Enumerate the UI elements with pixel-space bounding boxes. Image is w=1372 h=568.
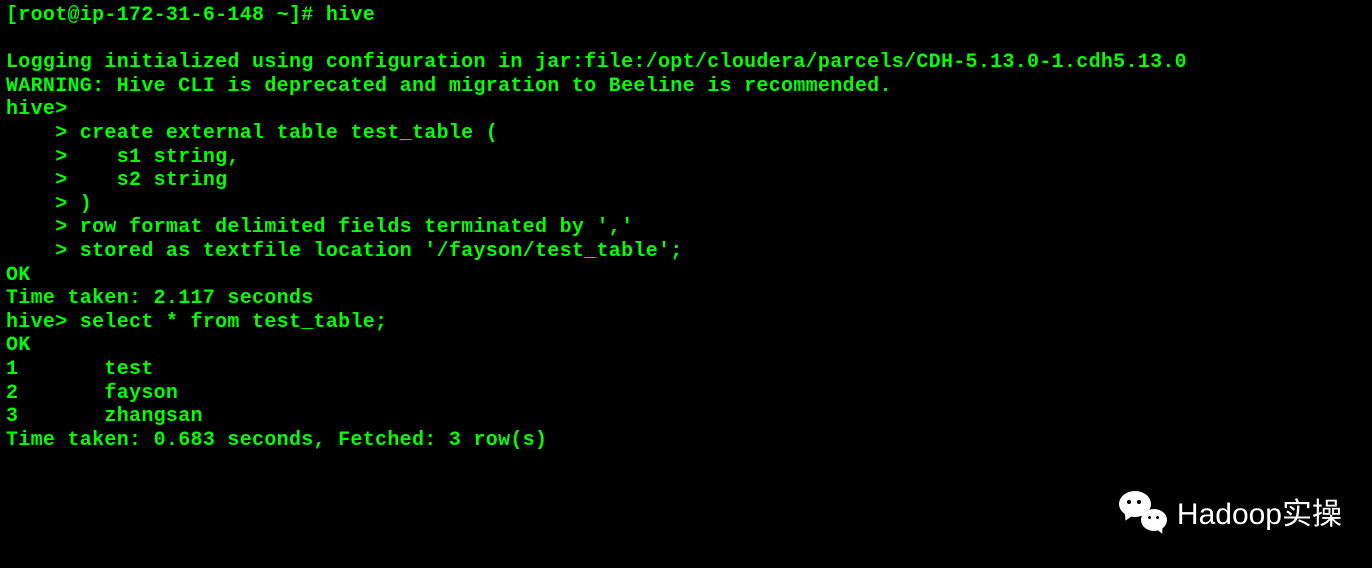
terminal-output[interactable]: [root@ip-172-31-6-148 ~]# hive Logging i…	[0, 0, 1372, 456]
terminal-line: > )	[6, 193, 1366, 217]
wechat-icon	[1119, 491, 1167, 531]
terminal-line: > s2 string	[6, 169, 1366, 193]
terminal-line: Logging initialized using configuration …	[6, 51, 1366, 75]
terminal-line: Time taken: 0.683 seconds, Fetched: 3 ro…	[6, 429, 1366, 453]
terminal-line: > row format delimited fields terminated…	[6, 216, 1366, 240]
terminal-line: OK	[6, 264, 1366, 288]
terminal-line: [root@ip-172-31-6-148 ~]# hive	[6, 4, 1366, 28]
terminal-line	[6, 28, 1366, 52]
terminal-line: OK	[6, 334, 1366, 358]
terminal-line: Time taken: 2.117 seconds	[6, 287, 1366, 311]
terminal-line: WARNING: Hive CLI is deprecated and migr…	[6, 75, 1366, 99]
watermark: Hadoop实操	[1119, 489, 1342, 533]
terminal-line: > create external table test_table (	[6, 122, 1366, 146]
terminal-line: > stored as textfile location '/fayson/t…	[6, 240, 1366, 264]
terminal-line: 3 zhangsan	[6, 405, 1366, 429]
watermark-text: Hadoop实操	[1177, 489, 1342, 533]
terminal-line: > s1 string,	[6, 146, 1366, 170]
terminal-line: hive>	[6, 98, 1366, 122]
terminal-line: 2 fayson	[6, 382, 1366, 406]
terminal-line: 1 test	[6, 358, 1366, 382]
terminal-line: hive> select * from test_table;	[6, 311, 1366, 335]
